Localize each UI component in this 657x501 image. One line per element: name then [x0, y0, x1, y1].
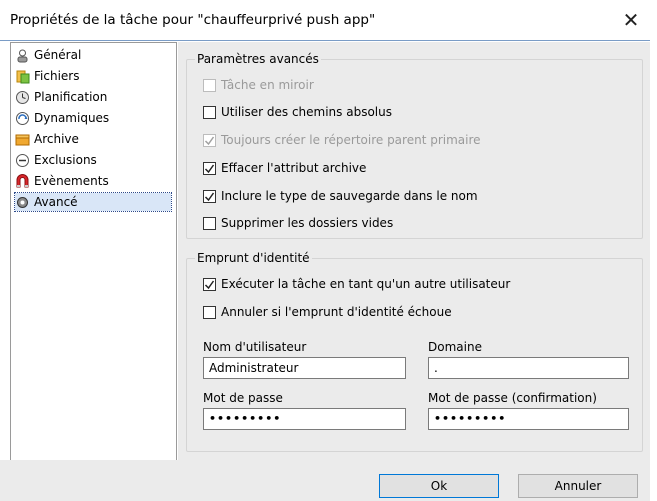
checkbox[interactable] [203, 305, 216, 319]
option-label: Supprimer les dossiers vides [221, 216, 394, 230]
ok-button[interactable]: Ok [379, 474, 499, 498]
option-label: Inclure le type de sauvegarde dans le no… [221, 189, 478, 203]
password-confirm-field[interactable]: ••••••••• [428, 408, 629, 430]
sidebar-item-label: Planification [34, 90, 108, 104]
advanced-icon [15, 195, 30, 210]
password-confirm-label: Mot de passe (confirmation) [428, 391, 597, 405]
sidebar-item-advanced[interactable]: Avancé [14, 192, 172, 212]
sidebar: Général Fichiers Planification Dynamique… [10, 42, 177, 462]
exclusions-icon [15, 153, 30, 168]
checkbox[interactable] [203, 161, 216, 175]
archive-icon [15, 132, 30, 147]
window-edge [650, 40, 657, 501]
option-label: Effacer l'attribut archive [221, 161, 367, 175]
domain-field[interactable]: . [428, 357, 629, 379]
domain-label: Domaine [428, 340, 482, 354]
schedule-icon [15, 90, 30, 105]
checkbox[interactable] [203, 133, 216, 147]
check-icon [204, 164, 215, 173]
option-cancel-on-failure[interactable]: Annuler si l'emprunt d'identité échoue [203, 305, 452, 319]
option-delete-empty-folders[interactable]: Supprimer les dossiers vides [203, 216, 393, 230]
sidebar-item-dynamics[interactable]: Dynamiques [15, 109, 109, 127]
option-label: Utiliser des chemins absolus [221, 105, 392, 119]
sidebar-item-label: Général [34, 48, 82, 62]
option-create-parent-dir[interactable]: Toujours créer le répertoire parent prim… [203, 133, 481, 147]
sidebar-item-exclusions[interactable]: Exclusions [15, 151, 97, 169]
password-field[interactable]: ••••••••• [203, 408, 406, 430]
checkbox[interactable] [203, 277, 216, 291]
sidebar-item-label: Fichiers [34, 69, 80, 83]
check-icon [204, 192, 215, 201]
sidebar-item-files[interactable]: Fichiers [15, 67, 79, 85]
checkbox[interactable] [203, 105, 216, 119]
sidebar-item-label: Dynamiques [34, 111, 110, 125]
check-icon [204, 280, 215, 289]
option-run-as-other-user[interactable]: Exécuter la tâche en tant qu'un autre ut… [203, 277, 510, 291]
option-mirror-task[interactable]: Tâche en miroir [203, 78, 314, 92]
option-label: Annuler si l'emprunt d'identité échoue [221, 305, 452, 319]
sidebar-item-general[interactable]: Général [15, 46, 81, 64]
check-icon [204, 136, 215, 145]
events-icon [15, 173, 30, 189]
sidebar-item-archive[interactable]: Archive [15, 130, 79, 148]
dynamics-icon [15, 111, 30, 126]
title-bar: Propriétés de la tâche pour "chauffeurpr… [0, 0, 657, 40]
sidebar-item-label: Exclusions [34, 153, 97, 167]
checkbox[interactable] [203, 189, 216, 203]
option-label: Toujours créer le répertoire parent prim… [221, 133, 481, 147]
option-label: Exécuter la tâche en tant qu'un autre ut… [221, 277, 511, 291]
group-title: Paramètres avancés [195, 52, 321, 66]
sidebar-item-label: Evènements [34, 174, 109, 188]
checkbox[interactable] [203, 78, 216, 92]
files-icon [15, 69, 30, 84]
sidebar-item-label: Avancé [34, 195, 78, 209]
advanced-settings-group: Paramètres avancés Tâche en miroir Utili… [186, 52, 643, 239]
window-title: Propriétés de la tâche pour "chauffeurpr… [10, 12, 376, 28]
username-label: Nom d'utilisateur [203, 340, 307, 354]
cancel-button[interactable]: Annuler [518, 474, 638, 498]
username-field[interactable]: Administrateur [203, 357, 406, 379]
checkbox[interactable] [203, 216, 216, 230]
option-label: Tâche en miroir [221, 78, 314, 92]
sidebar-item-schedule[interactable]: Planification [15, 88, 107, 106]
close-icon[interactable]: ✕ [612, 4, 650, 36]
sidebar-item-label: Archive [34, 132, 79, 146]
sidebar-item-events[interactable]: Evènements [15, 172, 109, 190]
option-clear-archive-attr[interactable]: Effacer l'attribut archive [203, 161, 366, 175]
general-icon [15, 48, 30, 63]
option-include-backup-type[interactable]: Inclure le type de sauvegarde dans le no… [203, 189, 478, 203]
frame-divider [0, 40, 657, 41]
dialog-footer: Ok Annuler [0, 460, 657, 501]
group-title: Emprunt d'identité [195, 251, 312, 265]
option-absolute-paths[interactable]: Utiliser des chemins absolus [203, 105, 392, 119]
password-label: Mot de passe [203, 391, 283, 405]
impersonation-group: Emprunt d'identité Exécuter la tâche en … [186, 251, 643, 452]
content-panel: Paramètres avancés Tâche en miroir Utili… [178, 42, 650, 460]
